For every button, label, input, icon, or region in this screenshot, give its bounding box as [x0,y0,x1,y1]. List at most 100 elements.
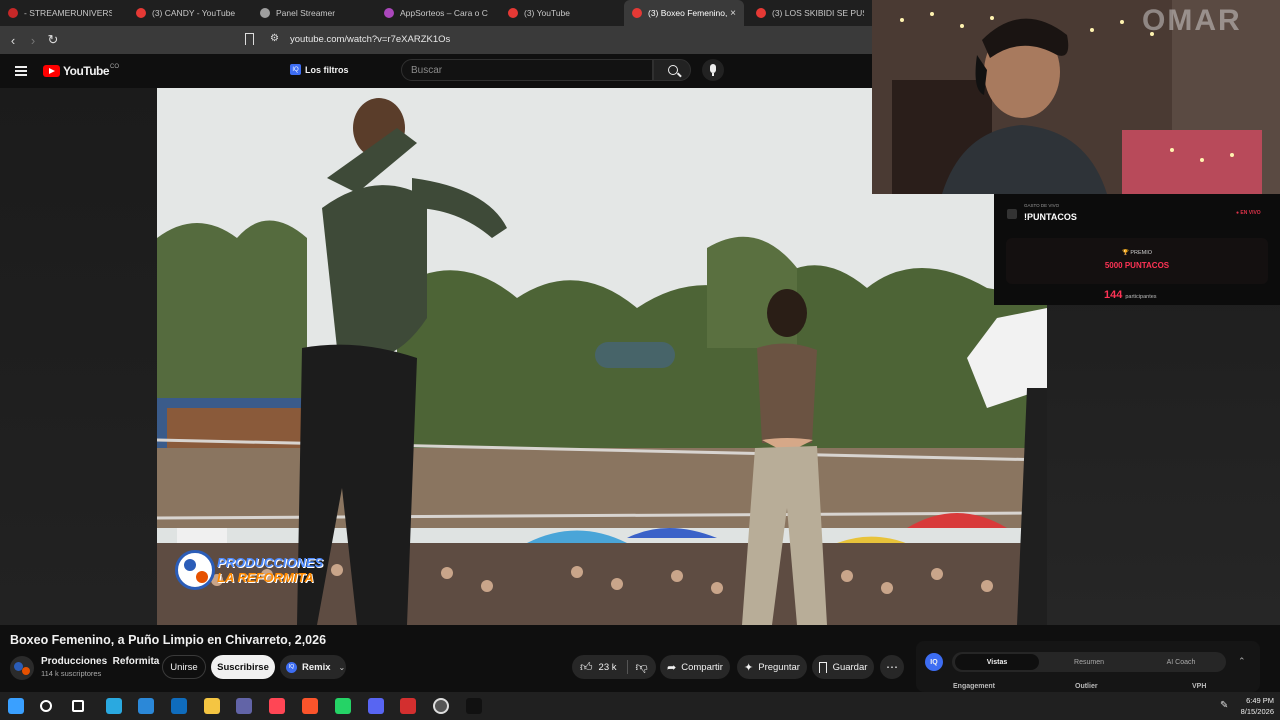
bookmark-icon [818,661,827,673]
widget-header: GASTO DE VIVO [1024,203,1060,208]
puntacos-widget: GASTO DE VIVO !PUNTACOS ● EN VIVO 🏆 PREM… [994,194,1280,305]
remix-label: Remix [302,661,331,673]
task-view-icon[interactable] [72,700,84,712]
channel-avatar[interactable] [10,656,34,680]
obs-icon[interactable] [433,698,449,714]
folder-icon[interactable] [204,698,220,714]
chevron-down-icon: ⌄ [338,662,346,672]
voice-search-button[interactable] [702,59,724,81]
collapse-icon[interactable]: ⌃ [1238,656,1246,667]
widget-icon [1007,209,1017,219]
menu-icon[interactable] [15,66,27,76]
youtube-logo-text: YouTube [63,64,110,78]
share-icon: ➦ [667,661,677,674]
ask-button[interactable]: ✦ Preguntar [737,655,807,679]
address-bar: ‹ › ↻ ⚙ youtube.com/watch?v=r7eXARZK1Os [0,26,872,54]
browser-tab[interactable]: (3) YouTube [500,0,620,26]
windows-taskbar [0,692,1280,720]
share-button[interactable]: ➦ Compartir [660,655,730,679]
tab-title: AppSorteos – Cara o Cruz [400,8,488,18]
like-count[interactable]: 23 k [599,662,617,673]
column-engagement: Engagement [953,683,996,690]
country-code: CO [110,64,120,70]
search-icon[interactable] [40,700,52,712]
search-input[interactable]: Buscar [401,59,653,81]
save-button[interactable]: Guardar [812,655,874,679]
browser-tab[interactable]: AppSorteos – Cara o Cruz [376,0,496,26]
wall-sign: OMAR [1142,4,1242,37]
browser-tab[interactable]: (3) CANDY - YouTube [128,0,248,26]
analytics-badge: IQ [925,653,943,671]
join-button[interactable]: Unirse [162,655,206,679]
store-icon[interactable] [138,698,154,714]
left-background [0,88,157,625]
youtube-play-icon [43,65,60,77]
watermark-line-2: LA REFORMITA [217,570,314,585]
participants-label: participantes [1125,294,1157,300]
tab-favicon-icon [756,8,766,18]
webcam-overlay: OMAR [872,0,1280,194]
tab-favicon-icon [632,8,642,18]
filters-label: Los filtros [305,64,349,75]
browser-tab[interactable]: (3) Boxeo Femenino, × [624,0,744,26]
save-label: Guardar [832,661,868,673]
tab-vistas[interactable]: Vistas [955,654,1039,670]
like-dislike-group: 👍︎ 23 k 👎︎ [572,655,656,679]
streamlabs-icon[interactable] [400,698,416,714]
youtube-logo[interactable]: YouTube CO [43,64,119,78]
tab-favicon-icon [136,8,146,18]
valorant-icon[interactable] [269,698,285,714]
back-icon[interactable]: ‹ [3,33,23,48]
teams-icon[interactable] [236,698,252,714]
subscriber-count: 114 k suscriptores [41,669,102,678]
live-badge: ● EN VIVO [1236,210,1261,216]
edge-icon[interactable] [106,698,122,714]
mic-icon [710,64,716,73]
column-vph: VPH [1192,683,1207,690]
network-icon[interactable]: ✎ [1220,700,1228,711]
browser-tab[interactable]: - STREAMERUNIVERSITAR [0,0,120,26]
browser-tab[interactable]: Panel Streamer [252,0,372,26]
browser-tab[interactable]: (3) LOS SKIBIDI SE PUSIER [748,0,872,26]
participants: 144 participantes [1104,289,1157,301]
more-actions-button[interactable]: ⋯ [880,655,904,679]
whatsapp-icon[interactable] [335,698,351,714]
iq-icon: IQ [286,661,297,673]
more-icon: ⋯ [886,660,898,674]
tab-title: - STREAMERUNIVERSITAR [24,8,112,18]
search-button[interactable] [653,59,691,81]
tab-title: (3) CANDY - YouTube [152,8,236,18]
tab-title: (3) Boxeo Femenino, [648,8,728,18]
tab-resumen[interactable]: Resumen [1047,654,1131,670]
remix-button[interactable]: IQ Remix ⌄ [280,655,346,679]
bookmark-icon[interactable] [245,33,254,45]
watermark-line-1: PRODUCCIONES [217,555,324,570]
mail-icon[interactable] [171,698,187,714]
dislike-icon[interactable]: 👎︎ [636,660,648,675]
subscribe-button[interactable]: Suscribirse [211,655,275,679]
tab-ai-coach[interactable]: AI Coach [1139,654,1223,670]
tab-favicon-icon [260,8,270,18]
close-tab-icon[interactable]: × [730,8,736,19]
channel-name[interactable]: Producciones Reformita [41,656,159,667]
clock-time[interactable]: 6:49 PM [1244,696,1274,705]
filters-button[interactable]: IQ Los filtros [290,64,349,75]
site-settings-icon[interactable]: ⚙ [270,33,279,44]
watermark-emblem [175,550,215,590]
windows-start-icon[interactable] [8,698,24,714]
prize-value: 5000 PUNTACOS [1104,261,1170,270]
sparkle-icon: ✦ [744,661,754,674]
forward-icon[interactable]: › [23,33,43,48]
channel-watermark-logo: PRODUCCIONES LA REFORMITA [175,550,323,590]
clock-date[interactable]: 8/15/2026 [1236,707,1274,716]
brave-icon[interactable] [302,698,318,714]
capcut-icon[interactable] [466,698,482,714]
tab-title: (3) YouTube [524,8,570,18]
tab-favicon-icon [384,8,394,18]
like-icon[interactable]: 👍︎ [580,660,593,675]
browser-tab-strip: - STREAMERUNIVERSITAR (3) CANDY - YouTube… [0,0,872,26]
discord-icon[interactable] [368,698,384,714]
video-title: Boxeo Femenino, a Puño Limpio en Chivarr… [10,633,327,647]
url-field[interactable]: youtube.com/watch?v=r7eXARZK1Os [290,34,450,45]
reload-icon[interactable]: ↻ [43,32,63,48]
